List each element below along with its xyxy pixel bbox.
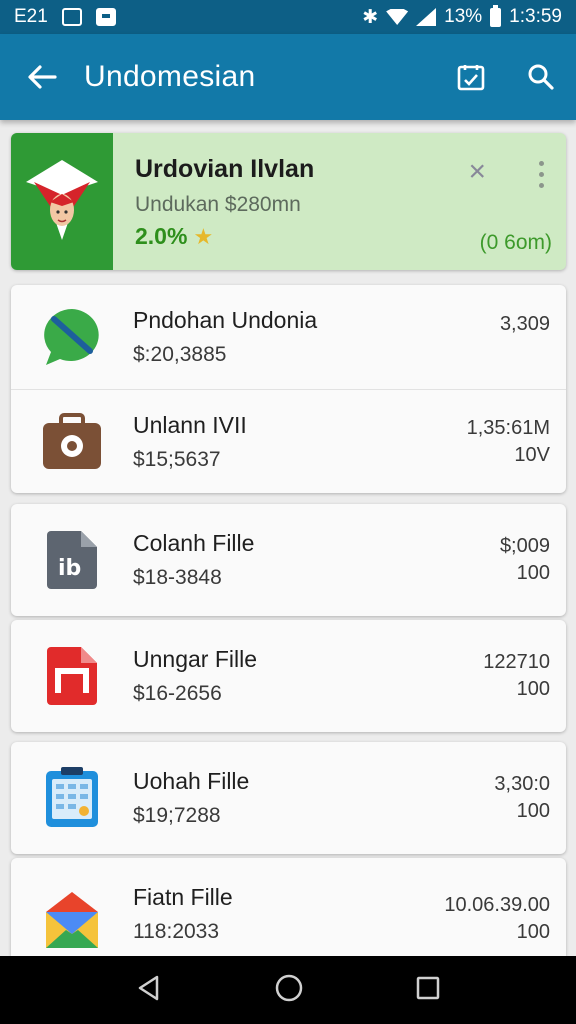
item-subvalue: 100 <box>516 678 550 700</box>
item-title: Unlann IVII <box>133 411 247 438</box>
featured-subtitle: Undukan $280mn <box>135 193 301 216</box>
item-price: $15;5637 <box>133 447 221 471</box>
item-value: 1,35:61M <box>466 416 550 439</box>
item-title: Uohah Fille <box>133 768 250 794</box>
battery-percent: 13% <box>444 6 483 27</box>
list-item[interactable]: Unngar Fille $16-2656 122710 100 <box>11 620 566 732</box>
item-price: $19;7288 <box>133 804 221 827</box>
featured-title: Urdovian Ilvlan <box>135 155 315 183</box>
gray-doc-icon: ib <box>11 508 133 612</box>
signal-icon <box>416 8 437 26</box>
item-price: $:20,3885 <box>133 343 227 366</box>
featured-right-value: (0 6om) <box>479 231 552 254</box>
item-title: Unngar Fille <box>133 646 257 672</box>
star-icon: ★ <box>193 223 214 249</box>
red-doc-icon <box>11 624 133 728</box>
item-subvalue: 10V <box>514 443 550 466</box>
list-item[interactable]: Pndohan Undonia $:20,3885 3,309 <box>11 285 566 389</box>
item-title: Colanh Fille <box>133 530 255 556</box>
nav-recents-icon[interactable] <box>415 975 441 1006</box>
list-card: Uohah Fille $19;7288 3,30:0 100 <box>11 742 566 854</box>
item-value: 122710 <box>483 651 550 673</box>
item-value: 10.06.39.00 <box>444 894 550 916</box>
carrier-label: E21 <box>14 6 48 27</box>
item-price: $18-3848 <box>133 566 222 589</box>
close-icon[interactable]: × <box>468 155 486 189</box>
svg-text:ib: ib <box>58 556 81 581</box>
featured-avatar <box>11 133 113 270</box>
item-value: $;009 <box>499 535 550 557</box>
list-card: ib Colanh Fille $18-3848 $;009 100 <box>11 504 566 616</box>
clock: 1:3:59 <box>509 6 562 27</box>
list-card: Fiatn Fille 118:2033 10.06.39.00 100 <box>11 858 566 956</box>
brown-bag-icon <box>11 390 133 494</box>
list-card: Unngar Fille $16-2656 122710 100 <box>11 620 566 732</box>
list-card: Pndohan Undonia $:20,3885 3,309 Unlann I… <box>11 285 566 493</box>
item-price: 118:2033 <box>133 920 220 943</box>
app-bar: Undomesian <box>0 34 576 120</box>
nav-home-icon[interactable] <box>274 973 304 1008</box>
featured-card[interactable]: Urdovian Ilvlan Undukan $280mn 2.0% ★ (0… <box>11 133 566 270</box>
item-subvalue: 100 <box>516 800 550 822</box>
list-item[interactable]: Unlann IVII $15;5637 1,35:61M 10V <box>11 389 566 493</box>
more-options-icon[interactable] <box>539 161 544 188</box>
bluetooth-icon: ✱ <box>362 6 379 28</box>
item-value: 3,30:0 <box>494 773 550 795</box>
battery-icon <box>490 4 502 27</box>
list-item[interactable]: ib Colanh Fille $18-3848 $;009 100 <box>11 504 566 616</box>
list-item[interactable]: Uohah Fille $19;7288 3,30:0 100 <box>11 742 566 854</box>
item-title: Fiatn Fille <box>133 884 233 910</box>
wifi-icon <box>386 9 409 25</box>
back-arrow-icon[interactable] <box>0 34 84 120</box>
page-title: Undomesian <box>84 60 256 93</box>
featured-rating-value: 2.0% <box>135 223 188 249</box>
mail-envelope-icon <box>11 884 133 956</box>
notification-icon <box>61 8 82 26</box>
green-chat-icon <box>11 285 133 389</box>
item-value: 3,309 <box>499 312 550 335</box>
nav-back-icon[interactable] <box>135 974 163 1007</box>
status-bar: E21 ✱ 13% 1:3:59 <box>0 0 576 34</box>
blue-sheet-icon <box>11 746 133 850</box>
system-nav-bar <box>0 956 576 1024</box>
checklist-icon[interactable] <box>436 34 506 120</box>
search-icon[interactable] <box>506 34 576 120</box>
notification-card-icon <box>95 8 116 26</box>
list-item[interactable]: Fiatn Fille 118:2033 10.06.39.00 100 <box>11 858 566 956</box>
item-subvalue: 100 <box>516 921 550 943</box>
item-title: Pndohan Undonia <box>133 307 318 333</box>
item-subvalue: 100 <box>516 562 550 584</box>
item-price: $16-2656 <box>133 682 222 705</box>
